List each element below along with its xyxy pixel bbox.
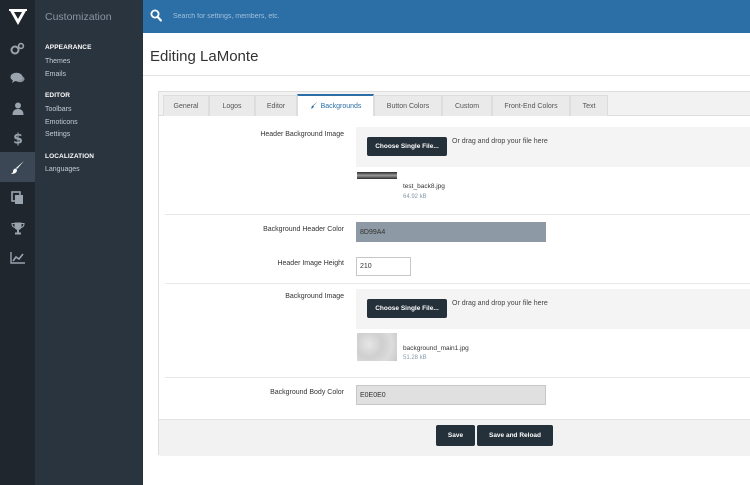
header-bg-image-label: Header Background Image [260, 131, 344, 138]
brush-icon [310, 101, 321, 111]
sidebar-title: Customization [45, 11, 112, 23]
page-title: Editing LaMonte [150, 48, 259, 65]
header-color-input[interactable]: 8D99A4 [356, 222, 546, 242]
bg-image-choose-button[interactable]: Choose Single File... [367, 299, 447, 318]
sidebar-group-editor: EDITOR [45, 92, 71, 99]
tab-button-colors[interactable]: Button Colors [374, 95, 442, 116]
editor-panel: General Logos Editor Backgrounds Button … [158, 91, 750, 456]
tab-button-colors-label: Button Colors [386, 102, 430, 110]
body-color-label: Background Body Color [270, 389, 344, 396]
sidebar-item-settings[interactable]: Settings [35, 129, 143, 142]
row-divider [165, 283, 750, 284]
body-color-value: E0E0E0 [360, 391, 386, 399]
search-icon[interactable] [150, 9, 162, 24]
save-button[interactable]: Save [436, 425, 475, 446]
user-icon[interactable] [0, 93, 35, 123]
tab-text-label: Text [582, 102, 596, 110]
tab-backgrounds-label: Backgrounds [320, 102, 362, 110]
tab-bar: General Logos Editor Backgrounds Button … [159, 92, 750, 116]
search-input[interactable] [165, 4, 750, 28]
tab-editor-label: Editor [266, 102, 286, 110]
chart-icon[interactable] [0, 243, 35, 273]
tab-backgrounds[interactable]: Backgrounds [297, 94, 374, 116]
comments-icon[interactable] [0, 63, 35, 93]
tab-text[interactable]: Text [570, 95, 608, 116]
logo-icon[interactable] [0, 0, 35, 33]
tab-logos-label: Logos [222, 102, 242, 110]
header-height-value: 210 [360, 263, 372, 270]
header-bg-choose-button[interactable]: Choose Single File... [367, 137, 447, 156]
tab-custom[interactable]: Custom [442, 95, 492, 116]
row-divider [165, 377, 750, 378]
copy-icon[interactable] [0, 183, 35, 213]
sidebar-item-themes[interactable]: Themes [35, 56, 143, 69]
row-divider [165, 214, 750, 215]
header-height-input[interactable]: 210 [356, 257, 411, 276]
bg-image-label: Background Image [285, 293, 344, 300]
tab-front-end-colors-label: Front-End Colors [504, 102, 558, 110]
bg-image-file-name: background_main1.jpg [403, 345, 469, 352]
title-divider [143, 75, 750, 76]
sidebar-group-appearance: APPEARANCE [45, 44, 92, 51]
top-bar [143, 0, 750, 33]
header-bg-drop-text: Or drag and drop your file here [452, 138, 548, 145]
tab-editor[interactable]: Editor [255, 95, 297, 116]
header-bg-thumbnail [357, 172, 397, 179]
brush-icon[interactable] [0, 152, 35, 182]
header-bg-file-size: 64.92 kB [403, 194, 427, 200]
header-color-value: 8D99A4 [360, 228, 386, 236]
save-and-reload-button[interactable]: Save and Reload [477, 425, 553, 446]
dollar-icon[interactable]: $ [0, 123, 35, 153]
sidebar-item-toolbars[interactable]: Toolbars [35, 104, 143, 117]
tab-general[interactable]: General [163, 95, 209, 116]
sidebar-item-emoticons[interactable]: Emoticons [35, 117, 143, 130]
body-color-input[interactable]: E0E0E0 [356, 385, 546, 405]
tab-general-label: General [173, 102, 199, 110]
tab-logos[interactable]: Logos [209, 95, 255, 116]
sidebar-item-emails[interactable]: Emails [35, 69, 143, 82]
trophy-icon[interactable] [0, 213, 35, 243]
header-bg-file-name: test_back8.jpg [403, 183, 445, 190]
sidebar-group-localization: LOCALIZATION [45, 153, 95, 160]
icon-rail: $ [0, 0, 35, 485]
sidebar-item-languages[interactable]: Languages [35, 164, 143, 177]
bg-image-thumbnail [357, 333, 397, 361]
header-color-label: Background Header Color [263, 226, 344, 233]
sidebar: Customization APPEARANCE Themes Emails E… [35, 0, 143, 485]
tab-front-end-colors[interactable]: Front-End Colors [492, 95, 570, 116]
bg-image-file-size: 51.28 kB [403, 355, 427, 361]
header-height-label: Header Image Height [277, 260, 344, 267]
tab-custom-label: Custom [454, 102, 480, 110]
form-footer: Save Save and Reload [159, 419, 750, 456]
cogs-icon[interactable] [0, 33, 35, 63]
bg-image-drop-text: Or drag and drop your file here [452, 300, 548, 307]
svg-text:$: $ [13, 131, 23, 146]
